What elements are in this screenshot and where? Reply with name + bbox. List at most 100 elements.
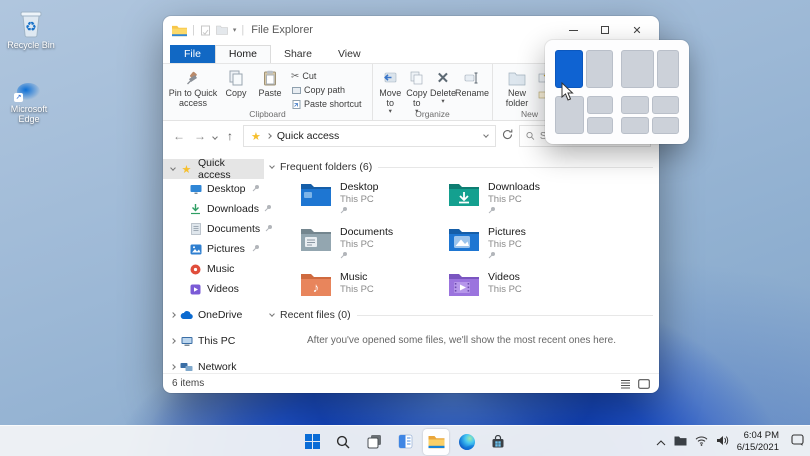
section-recent-files[interactable]: Recent files (0) xyxy=(269,309,653,321)
snap-zone-top-left[interactable] xyxy=(621,96,649,114)
paste-icon xyxy=(261,69,279,87)
copy-button[interactable]: Copy xyxy=(219,67,253,98)
snap-zone-top-right[interactable] xyxy=(651,96,679,114)
section-frequent-folders[interactable]: Frequent folders (6) xyxy=(269,161,653,173)
snap-zone-right-top[interactable] xyxy=(586,96,613,114)
copy-path-icon xyxy=(291,85,301,95)
folder-tile-videos[interactable]: Videos This PC xyxy=(446,267,594,301)
tray-overflow-button[interactable] xyxy=(656,433,666,451)
snap-option-four-quadrants[interactable] xyxy=(621,96,679,134)
sidebar-item-videos[interactable]: Videos xyxy=(163,279,264,299)
sidebar-item-pictures[interactable]: Pictures xyxy=(163,239,264,259)
breadcrumb[interactable]: ★ Quick access xyxy=(243,125,496,147)
sidebar-item-downloads[interactable]: Downloads xyxy=(163,199,271,219)
collapse-chevron-icon[interactable] xyxy=(269,311,275,317)
button-label: Copy to xyxy=(406,88,428,109)
expand-chevron-icon[interactable] xyxy=(170,312,176,318)
expand-chevron-icon[interactable] xyxy=(170,165,176,171)
forward-button[interactable]: → xyxy=(192,129,208,143)
start-button[interactable] xyxy=(299,429,325,455)
back-button[interactable]: ← xyxy=(171,129,187,143)
button-label: Cut xyxy=(302,71,317,81)
tab-view[interactable]: View xyxy=(325,46,374,63)
snap-zone-right-bottom[interactable] xyxy=(586,116,613,134)
tab-file[interactable]: File xyxy=(170,45,215,63)
address-dropdown-button[interactable] xyxy=(483,132,489,138)
volume-button[interactable] xyxy=(716,433,729,451)
button-label: Copy xyxy=(225,88,247,98)
videos-icon xyxy=(189,283,202,296)
expand-chevron-icon[interactable] xyxy=(170,364,176,370)
desktop-icon-recycle-bin[interactable]: ♻ Recycle Bin xyxy=(2,8,60,50)
folder-tile-pictures[interactable]: Pictures This PC xyxy=(446,222,594,263)
folder-name: Downloads xyxy=(488,181,540,193)
edge-button[interactable] xyxy=(454,429,480,455)
sidebar-item-onedrive[interactable]: OneDrive xyxy=(163,305,264,325)
tray-app-icon[interactable] xyxy=(674,433,687,451)
snap-zone-right[interactable] xyxy=(585,50,613,88)
paste-button[interactable]: Paste xyxy=(253,67,287,98)
desktop-icon-edge[interactable]: ↗ Microsoft Edge xyxy=(0,72,58,125)
sidebar-item-music[interactable]: Music xyxy=(163,259,264,279)
snap-option-two-unequal[interactable] xyxy=(621,50,679,88)
sidebar-item-label: This PC xyxy=(198,335,236,347)
sidebar-item-documents[interactable]: Documents xyxy=(163,219,273,239)
widgets-button[interactable] xyxy=(392,429,418,455)
snap-zone-left-wide[interactable] xyxy=(621,50,654,88)
button-label: Pin to Quick access xyxy=(168,88,218,109)
sidebar-item-quick-access[interactable]: ★ Quick access xyxy=(163,157,264,181)
file-explorer-button[interactable] xyxy=(423,428,449,455)
qat-dropdown-icon[interactable]: ▾ xyxy=(233,26,237,34)
details-view-icon[interactable] xyxy=(620,379,631,389)
separator: | xyxy=(241,24,245,36)
search-button[interactable] xyxy=(330,429,356,455)
snap-zone-right-narrow[interactable] xyxy=(656,50,679,88)
clock-date: 6/15/2021 xyxy=(736,441,779,453)
minimize-button[interactable] xyxy=(557,18,589,42)
folder-tile-desktop[interactable]: Desktop This PC xyxy=(298,177,446,218)
sidebar-item-this-pc[interactable]: This PC xyxy=(163,331,264,351)
clock[interactable]: 6:04 PM 6/15/2021 xyxy=(737,430,779,453)
button-label: Delete xyxy=(429,88,456,98)
breadcrumb-location[interactable]: Quick access xyxy=(277,130,339,142)
copy-path-button[interactable]: Copy path xyxy=(291,84,362,96)
expand-chevron-icon[interactable] xyxy=(170,338,176,344)
maximize-button[interactable] xyxy=(589,18,621,42)
folder-location: This PC xyxy=(340,239,374,251)
documents-icon xyxy=(189,223,202,236)
window-title: File Explorer xyxy=(251,24,313,36)
rename-button[interactable]: Rename xyxy=(455,67,489,98)
button-label: Paste shortcut xyxy=(304,99,362,109)
group-label: Organize xyxy=(415,109,450,119)
qat-new-folder-icon[interactable] xyxy=(216,25,228,35)
refresh-button[interactable] xyxy=(501,128,514,144)
pin-to-quick-access-button[interactable]: Pin to Quick access xyxy=(167,67,219,108)
folder-tile-downloads[interactable]: Downloads This PC xyxy=(446,177,594,218)
recycle-bin-icon: ♻ xyxy=(20,11,42,38)
collapse-chevron-icon[interactable] xyxy=(269,163,275,169)
system-tray: 6:04 PM 6/15/2021 xyxy=(656,426,804,456)
sidebar-item-desktop[interactable]: Desktop xyxy=(163,179,264,199)
close-button[interactable]: ✕ xyxy=(621,18,653,42)
tab-share[interactable]: Share xyxy=(271,46,325,63)
folder-tile-music[interactable]: ♪ Music This PC xyxy=(298,267,446,301)
snap-zone-bottom-left[interactable] xyxy=(621,116,649,134)
recent-locations-button[interactable] xyxy=(212,130,218,142)
network-status-button[interactable] xyxy=(695,433,708,451)
thumbnail-view-icon[interactable] xyxy=(638,378,650,389)
task-view-button[interactable] xyxy=(361,429,387,455)
delete-button[interactable]: ✕ Delete ▾ xyxy=(430,67,456,106)
section-title: Recent files (0) xyxy=(280,309,351,321)
snap-zone-bottom-right[interactable] xyxy=(651,116,679,134)
new-folder-button[interactable]: New folder xyxy=(497,67,537,108)
qat-properties-icon[interactable] xyxy=(200,25,211,36)
notification-center-button[interactable] xyxy=(791,433,804,451)
button-label: Move to xyxy=(379,88,402,109)
up-button[interactable]: ↑ xyxy=(222,129,238,143)
folder-icon-pictures xyxy=(449,229,479,251)
cut-button[interactable]: ✂ Cut xyxy=(291,70,362,82)
pictures-icon xyxy=(189,243,202,256)
tab-home[interactable]: Home xyxy=(214,45,271,63)
folder-tile-documents[interactable]: Documents This PC xyxy=(298,222,446,263)
store-button[interactable] xyxy=(485,429,511,455)
